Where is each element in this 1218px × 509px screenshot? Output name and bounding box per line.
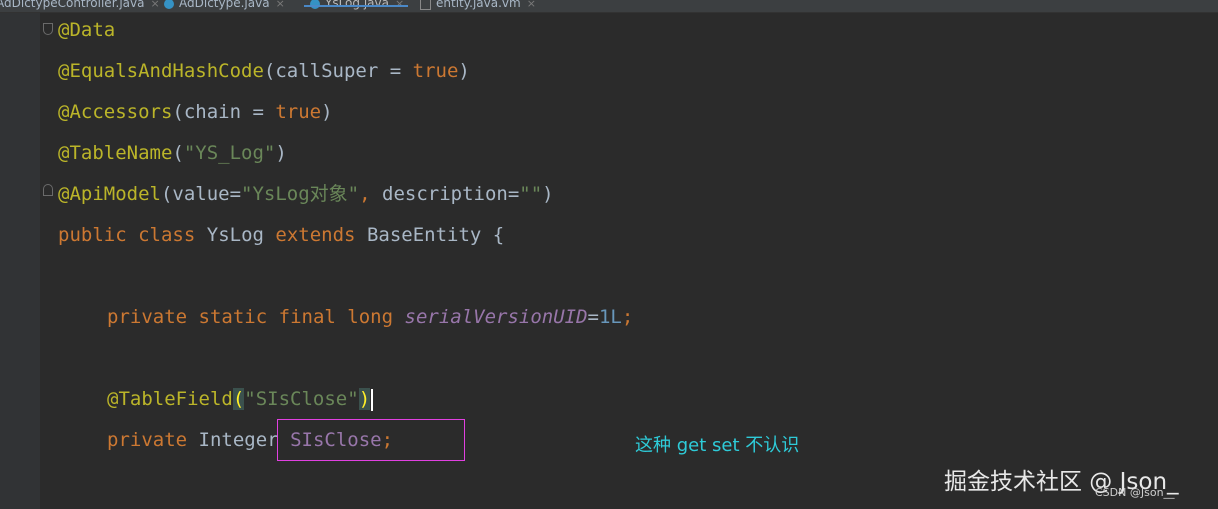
- code-line-5: @ApiModel(value="YsLog对象", description="…: [58, 183, 554, 205]
- tab-entity-vm[interactable]: entity.java.vm ×: [420, 0, 536, 12]
- close-icon[interactable]: ×: [150, 0, 159, 10]
- tab-addictype[interactable]: AdDictype.java ×: [164, 0, 285, 12]
- editor-gutter: [0, 13, 40, 509]
- text-caret: [371, 388, 374, 411]
- tab-label: AdDictype.java: [179, 0, 270, 10]
- code-line-7: private static final long serialVersionU…: [107, 306, 634, 328]
- close-icon[interactable]: ×: [276, 0, 285, 10]
- close-icon[interactable]: ×: [527, 0, 536, 10]
- tab-yslog[interactable]: YsLog.java ×: [303, 0, 409, 12]
- close-icon[interactable]: ×: [395, 0, 404, 10]
- java-class-icon: [310, 0, 320, 9]
- code-line-3: @Accessors(chain = true): [58, 101, 333, 123]
- highlight-box: [277, 419, 465, 461]
- fold-end-icon[interactable]: [43, 184, 53, 196]
- tab-label: AdDictypeController.java: [0, 0, 145, 10]
- fold-collapse-icon[interactable]: [43, 23, 53, 35]
- annotation-note: 这种 get set 不认识: [635, 435, 800, 456]
- template-file-icon: [420, 0, 431, 10]
- editor-tab-bar: AdDictypeController.java × AdDictype.java…: [0, 0, 1218, 13]
- tab-addictypecontroller[interactable]: AdDictypeController.java ×: [0, 0, 160, 12]
- code-line-2: @EqualsAndHashCode(callSuper = true): [58, 60, 470, 82]
- code-line-1: @Data: [58, 19, 116, 41]
- code-line-8: @TableField("SIsClose"): [107, 384, 374, 414]
- java-class-icon: [164, 0, 174, 9]
- tab-label: YsLog.java: [325, 0, 389, 10]
- watermark-small: CSDN @Json__: [1095, 486, 1175, 499]
- code-line-6: public class YsLog extends BaseEntity {: [58, 224, 505, 246]
- tab-label: entity.java.vm: [436, 0, 521, 10]
- code-line-4: @TableName("YS_Log"): [58, 142, 287, 164]
